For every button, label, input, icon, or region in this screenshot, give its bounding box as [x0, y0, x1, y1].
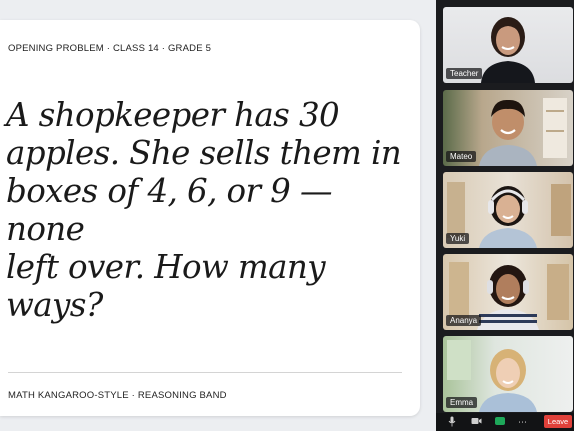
participant-name: Mateo — [446, 151, 477, 162]
participant-panel: Teacher Mateo Yuki Ananya Emma ⋯ Leave — [436, 0, 574, 431]
video-tile-emma[interactable]: Emma — [443, 336, 573, 412]
video-tile-mateo[interactable]: Mateo — [443, 90, 573, 166]
slide-footer: MATH KANGAROO-STYLE · REASONING BAND — [8, 390, 227, 401]
share-screen-icon[interactable] — [495, 417, 505, 425]
participant-name: Teacher — [446, 68, 483, 79]
more-options-icon[interactable]: ⋯ — [518, 416, 528, 428]
camera-icon[interactable] — [471, 416, 482, 428]
slide-header: OPENING PROBLEM · CLASS 14 · GRADE 5 — [8, 43, 212, 54]
video-tile-yuki[interactable]: Yuki — [443, 172, 573, 248]
participant-name: Emma — [446, 397, 478, 408]
meeting-controls: ⋯ Leave — [436, 413, 574, 431]
problem-line: apples. She sells them in — [6, 134, 402, 172]
video-tile-ananya[interactable]: Ananya — [443, 254, 573, 330]
problem-text: A shopkeeper has 30 apples. She sells th… — [6, 96, 411, 324]
microphone-icon[interactable] — [448, 416, 456, 428]
slide: OPENING PROBLEM · CLASS 14 · GRADE 5 A s… — [0, 20, 420, 416]
leave-button[interactable]: Leave — [544, 415, 572, 428]
problem-line: boxes of 4, 6, or 9 — none — [6, 172, 332, 248]
problem-line: A shopkeeper has 30 — [6, 96, 340, 134]
participant-name: Ananya — [446, 315, 482, 326]
slide-divider — [8, 372, 402, 373]
problem-line: ways? — [6, 286, 103, 324]
presentation-stage: OPENING PROBLEM · CLASS 14 · GRADE 5 A s… — [0, 0, 436, 431]
problem-line: left over. How many — [6, 248, 326, 286]
participant-name: Yuki — [446, 233, 470, 244]
video-tile-teacher[interactable]: Teacher — [443, 7, 573, 83]
